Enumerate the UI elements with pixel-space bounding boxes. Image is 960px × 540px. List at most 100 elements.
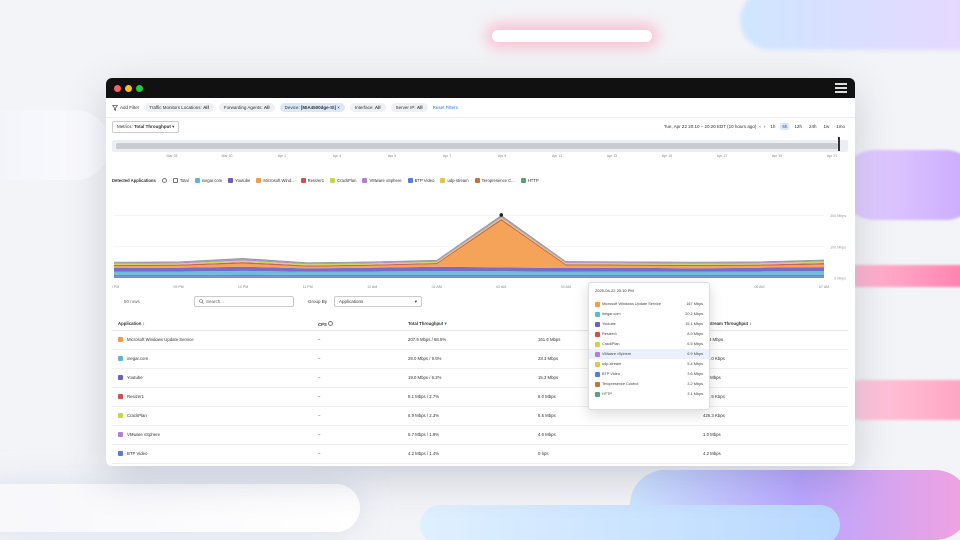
tooltip-value: 3.6 Mbps [687,372,703,376]
prev-time-icon[interactable]: ‹ [759,124,761,129]
timeline-label: Apr 3 [332,154,342,158]
maximize-window-button[interactable] [136,84,143,92]
search-input[interactable]: Search... [194,296,294,307]
close-window-button[interactable] [114,84,121,92]
tooltip-row-name: Microsoft Windows Update Service [595,301,661,307]
column-header-cps[interactable]: CPS [312,318,402,331]
filter-chip-locations[interactable]: Traffic Monitors Locations: All [144,103,214,112]
next-time-icon[interactable]: › [764,124,766,129]
legend-item[interactable]: udp-stream [440,177,469,183]
legend-swatch [362,177,368,183]
legend-item[interactable]: Teropresence C... [474,177,515,183]
legend-swatch [407,177,413,183]
tooltip-swatch [595,361,600,367]
legend-item[interactable]: inegar.com [194,177,223,183]
throughput-chart[interactable]: 200 Mbps 100 Mbps 0 Mbps 08 PM 09 PM 10 PM 11 … [112,190,848,290]
legend-item-total[interactable]: Total [172,177,189,183]
table-header-row: Application ↕ CPS Total Throughput ▾ Ups… [112,318,848,331]
legend-item[interactable]: Resizer1 [300,177,324,183]
cell-text: 8.0 Mbps [538,394,556,399]
column-header-total-throughput[interactable]: Total Throughput ▾ [402,318,532,331]
legend-item[interactable]: BTP Video [407,177,434,183]
legend-item[interactable]: Microsoft Wind... [256,177,295,183]
filter-chip-agents[interactable]: Forwarding Agents: All [218,103,275,112]
info-icon[interactable] [161,177,167,183]
tooltip-value: 3.2 Mbps [687,382,703,386]
timeline-scrubber[interactable] [112,137,848,152]
time-button-1mo[interactable]: 1mo [834,123,847,130]
timeline-label: Apr 13 [606,154,618,158]
group-by-label: Group By [308,299,328,304]
legend-item[interactable]: CrackPlan [330,177,356,183]
timeline-handle[interactable] [838,137,840,151]
legend-item[interactable]: HTTP [520,177,539,183]
group-by-select[interactable]: Applications ▾ [334,296,422,307]
tooltip-row: HTTP 3.1 Mbps [595,389,703,399]
cell-cps: – [312,368,402,388]
metrics-select[interactable]: Metrics: Total Throughput ▾ [112,121,180,133]
cell-cps: – [312,349,402,369]
info-icon [328,320,334,326]
cell-downstream: 0 bps [532,444,697,464]
cell-text: BTP Video [127,450,148,456]
cell-cps: – [312,406,402,426]
table-row[interactable]: VMware vSphere – 5.7 Mbps / 1.9% 4.6 Mbps 1.… [112,425,848,445]
minimize-window-button[interactable] [125,84,132,92]
legend-item[interactable]: VMware vSphere [362,177,402,183]
legend-swatch [474,177,480,183]
cell-text: 29.0 Mbps / 9.5% [408,356,442,361]
legend-label: Youtube [235,177,251,183]
glow-bar [492,30,652,42]
timeline-label: Apr 19 [771,154,783,158]
tooltip-row: BTP Video 3.6 Mbps [595,369,703,379]
time-button-1w[interactable]: 1w [821,123,831,130]
tooltip-label: udp-stream [602,362,622,366]
table-row[interactable]: inegar.com – 29.0 Mbps / 9.5% 28.3 Mbps 732.… [112,349,848,369]
area-series[interactable] [114,276,824,278]
time-controls: Tue, Apr 22 20:10 – 20:20 EDT (10 hours … [664,123,847,130]
table-row[interactable]: Microsoft Windows Update Service – 207.9 M… [112,330,848,350]
cell-text: – [318,356,321,361]
time-button-6h[interactable]: 6h [780,123,790,130]
cell-text: – [318,375,321,380]
column-header-application[interactable]: Application ↕ [112,318,312,331]
tooltip-value: 6.5 Mbps [687,342,703,346]
table-row[interactable]: BTP Video – 4.2 Mbps / 1.4% 0 bps 4.2 Mbps [112,444,848,464]
filter-chip-server-ip[interactable]: Server IP: All [390,103,428,112]
legend-item[interactable]: Youtube [228,177,251,183]
legend-swatch [194,177,200,183]
table-row[interactable]: Youtube – 19.0 Mbps / 6.2% 15.3 Mbps 3.4 Mbp… [112,368,848,388]
legend-swatch [440,177,446,183]
cell-cps: – [312,444,402,464]
timeline-label: Apr 17 [716,154,728,158]
checkbox-icon [172,177,178,183]
legend-label: inegar.com [201,177,223,183]
timeline-label: Apr 7 [442,154,452,158]
app-color-swatch [118,356,123,362]
tooltip-swatch [595,321,600,327]
time-button-12h[interactable]: 12h [792,123,804,130]
time-button-1h[interactable]: 1h [768,123,777,130]
hamburger-icon[interactable] [835,83,847,93]
timeline-selection[interactable] [116,143,838,149]
tooltip-label: Teropresence Control [602,382,639,386]
tooltip-row-name: HTTP [595,391,612,397]
reset-filters-link[interactable]: Reset Filters [433,105,458,110]
filter-chip-device[interactable]: Device: [MIA4500dge-SI] × [279,103,345,112]
filter-chip-interface[interactable]: Interface: All [349,103,386,112]
legend-items: inegar.com Youtube Microsoft Wind... Resize… [194,177,539,183]
column-header-upstream-throughput[interactable]: Upstream Throughput ↕ [697,318,848,331]
metrics-row: Metrics: Total Throughput ▾ Tue, Apr 22 … [106,118,855,136]
time-button-24h[interactable]: 24h [807,123,819,130]
table-row[interactable]: CrackPlan – 6.9 Mbps / 2.3% 6.5 Mbps 426.3 K… [112,406,848,426]
table-row[interactable]: Resizer1 – 8.1 Mbps / 2.7% 8.0 Mbps 176.5 Kb… [112,387,848,407]
filter-icon [112,104,118,111]
timeline-label: Apr 15 [661,154,673,158]
cell-application: Youtube [112,368,312,388]
time-range-label: Tue, Apr 22 20:10 – 20:20 EDT (10 hours … [663,124,757,129]
cell-text: 0 bps [538,451,549,456]
row-count: 50 rows [124,299,140,304]
area-series[interactable] [114,274,824,277]
add-filter-button[interactable]: Add Filter [112,104,139,111]
table-toolbar: 50 rows Search... Group By Applications … [112,296,848,308]
